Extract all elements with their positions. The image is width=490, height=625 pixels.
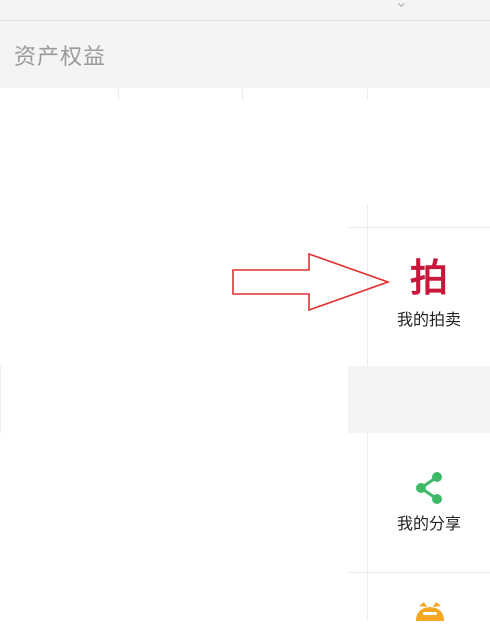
grid-divider — [118, 88, 119, 100]
grid-divider — [348, 572, 490, 573]
section-header: 资产权益 — [0, 21, 490, 88]
section-title: 资产权益 — [14, 45, 107, 70]
partial-orange-icon — [410, 600, 450, 621]
grid-divider — [367, 88, 368, 100]
partial-chevron-icon: ⌄ — [394, 0, 408, 11]
row-separator — [348, 366, 490, 433]
top-strip: ⌄ — [0, 0, 490, 21]
share-icon — [368, 464, 490, 512]
grid-divider — [242, 88, 243, 100]
my-share-tile[interactable]: 我的分享 — [368, 434, 490, 572]
grid-divider — [0, 366, 1, 433]
annotation-arrow — [232, 252, 391, 312]
my-share-label: 我的分享 — [396, 514, 461, 533]
